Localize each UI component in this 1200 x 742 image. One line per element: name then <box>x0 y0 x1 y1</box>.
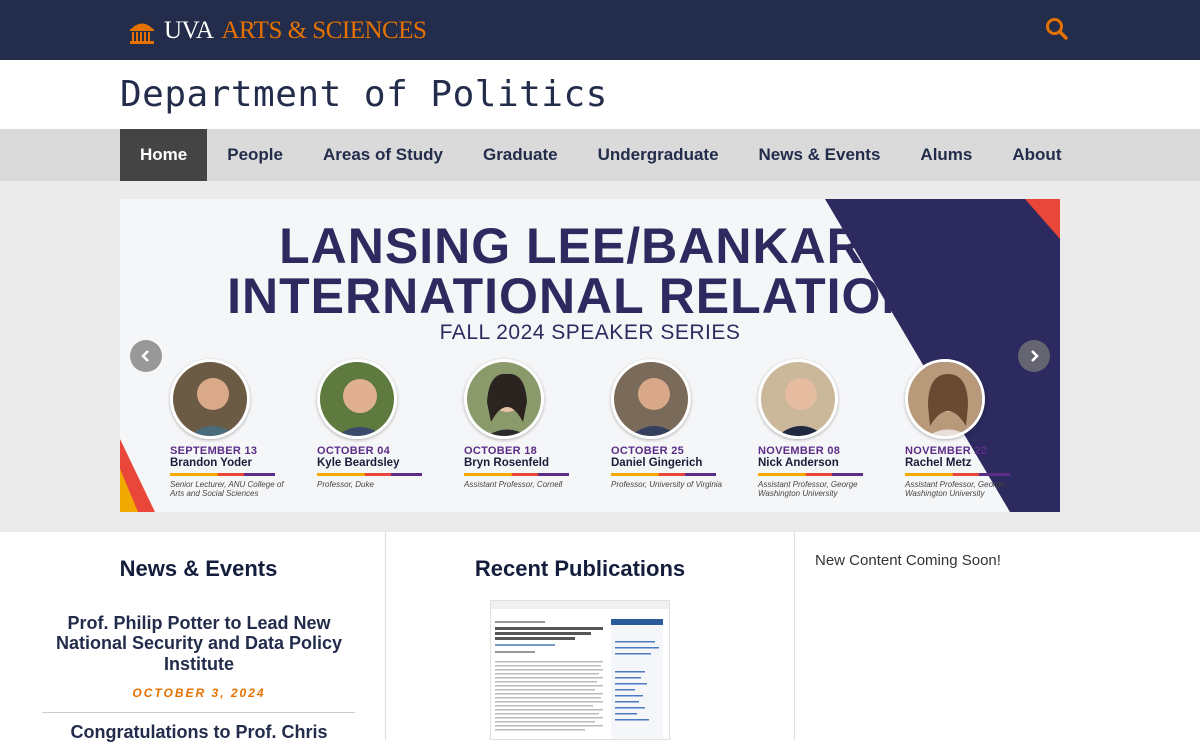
speaker-date: OCTOBER 25 <box>611 445 685 457</box>
recent-publications-heading: Recent Publications <box>474 556 686 581</box>
speaker-rule <box>464 473 569 476</box>
nav-undergraduate[interactable]: Undergraduate <box>578 129 739 181</box>
news-item-title[interactable]: Congratulations to Prof. Chris <box>30 722 368 742</box>
news-events-heading: News & Events <box>119 556 278 581</box>
speaker-card: SEPTEMBER 13 Brandon Yoder Senior Lectur… <box>170 359 290 498</box>
top-bar: UVA ARTS & SCIENCES <box>0 0 1200 60</box>
speaker-title: Assistant Professor, George Washington U… <box>905 480 1005 499</box>
column-divider <box>794 532 795 740</box>
banner-title-line2: INTERNATIONAL RELATIONS <box>227 268 953 324</box>
news-item-title[interactable]: Prof. Philip Potter to Lead New National… <box>30 613 368 674</box>
speaker-name: Kyle Beardsley <box>317 457 400 469</box>
site-logo[interactable]: UVA ARTS & SCIENCES <box>128 15 427 47</box>
speaker-photo <box>611 359 691 439</box>
publication-preview <box>491 601 669 739</box>
speaker-photo <box>464 359 544 439</box>
department-title[interactable]: Department of Politics <box>120 74 608 115</box>
speaker-name: Bryn Rosenfeld <box>464 457 549 469</box>
carousel-next-button[interactable] <box>1018 340 1050 372</box>
speaker-date: NOVEMBER 08 <box>758 445 841 457</box>
nav-news-events[interactable]: News & Events <box>739 129 901 181</box>
publication-thumbnail[interactable] <box>490 600 670 740</box>
logo-arts-sciences-text: ARTS & SCIENCES <box>221 17 427 44</box>
speaker-name: Brandon Yoder <box>170 457 252 469</box>
search-icon[interactable] <box>1044 16 1070 42</box>
speaker-card: OCTOBER 04 Kyle Beardsley Professor, Duk… <box>317 359 437 489</box>
rotunda-icon <box>130 23 154 44</box>
speaker-rule <box>611 473 716 476</box>
speaker-title: Senior Lecturer, ANU College of Arts and… <box>170 480 284 499</box>
speaker-series-banner[interactable]: LANSING LEE/BANKARD INTERNATIONAL RELATI… <box>120 199 1060 512</box>
nav-about[interactable]: About <box>992 129 1081 181</box>
speaker-title: Assistant Professor, George Washington U… <box>758 480 858 499</box>
nav-alums[interactable]: Alums <box>900 129 992 181</box>
nav-areas-of-study[interactable]: Areas of Study <box>303 129 463 181</box>
speaker-name: Rachel Metz <box>905 457 972 469</box>
logo-uva-text: UVA <box>164 17 214 44</box>
speaker-photo <box>317 359 397 439</box>
nav-people[interactable]: People <box>207 129 303 181</box>
speaker-date: NOVEMBER 22 <box>905 445 988 457</box>
speaker-name: Nick Anderson <box>758 457 839 469</box>
speaker-title: Assistant Professor, Cornell <box>464 480 563 489</box>
speaker-date: SEPTEMBER 13 <box>170 445 258 457</box>
speaker-date: OCTOBER 18 <box>464 445 538 457</box>
speaker-photo <box>905 359 985 439</box>
speaker-name: Daniel Gingerich <box>611 457 703 469</box>
speaker-rule <box>170 473 275 476</box>
coming-soon-text: New Content Coming Soon! <box>815 552 1001 569</box>
carousel-prev-button[interactable] <box>130 340 162 372</box>
speaker-date: OCTOBER 04 <box>317 445 391 457</box>
speaker-title: Professor, Duke <box>317 480 374 489</box>
speaker-card: NOVEMBER 22 Rachel Metz Assistant Profes… <box>905 359 1025 498</box>
chevron-left-icon <box>141 350 149 362</box>
news-separator <box>42 712 355 713</box>
speaker-card: OCTOBER 25 Daniel Gingerich Professor, U… <box>611 359 731 489</box>
speaker-rule <box>905 473 1010 476</box>
chevron-right-icon <box>1031 350 1039 362</box>
speaker-card: NOVEMBER 08 Nick Anderson Assistant Prof… <box>758 359 878 498</box>
speaker-rule <box>758 473 863 476</box>
news-item-date: OCTOBER 3, 2024 <box>132 686 266 700</box>
speaker-title: Professor, University of Virginia <box>611 480 723 489</box>
speaker-photo <box>758 359 838 439</box>
main-nav-bar: Home People Areas of Study Graduate Unde… <box>0 129 1200 181</box>
nav-graduate[interactable]: Graduate <box>463 129 578 181</box>
speaker-rule <box>317 473 422 476</box>
banner-subtitle: FALL 2024 SPEAKER SERIES <box>439 321 741 344</box>
speaker-card: OCTOBER 18 Bryn Rosenfeld Assistant Prof… <box>464 359 584 489</box>
main-nav: Home People Areas of Study Graduate Unde… <box>120 129 1081 181</box>
nav-home[interactable]: Home <box>120 129 208 181</box>
speaker-photo <box>170 359 250 439</box>
